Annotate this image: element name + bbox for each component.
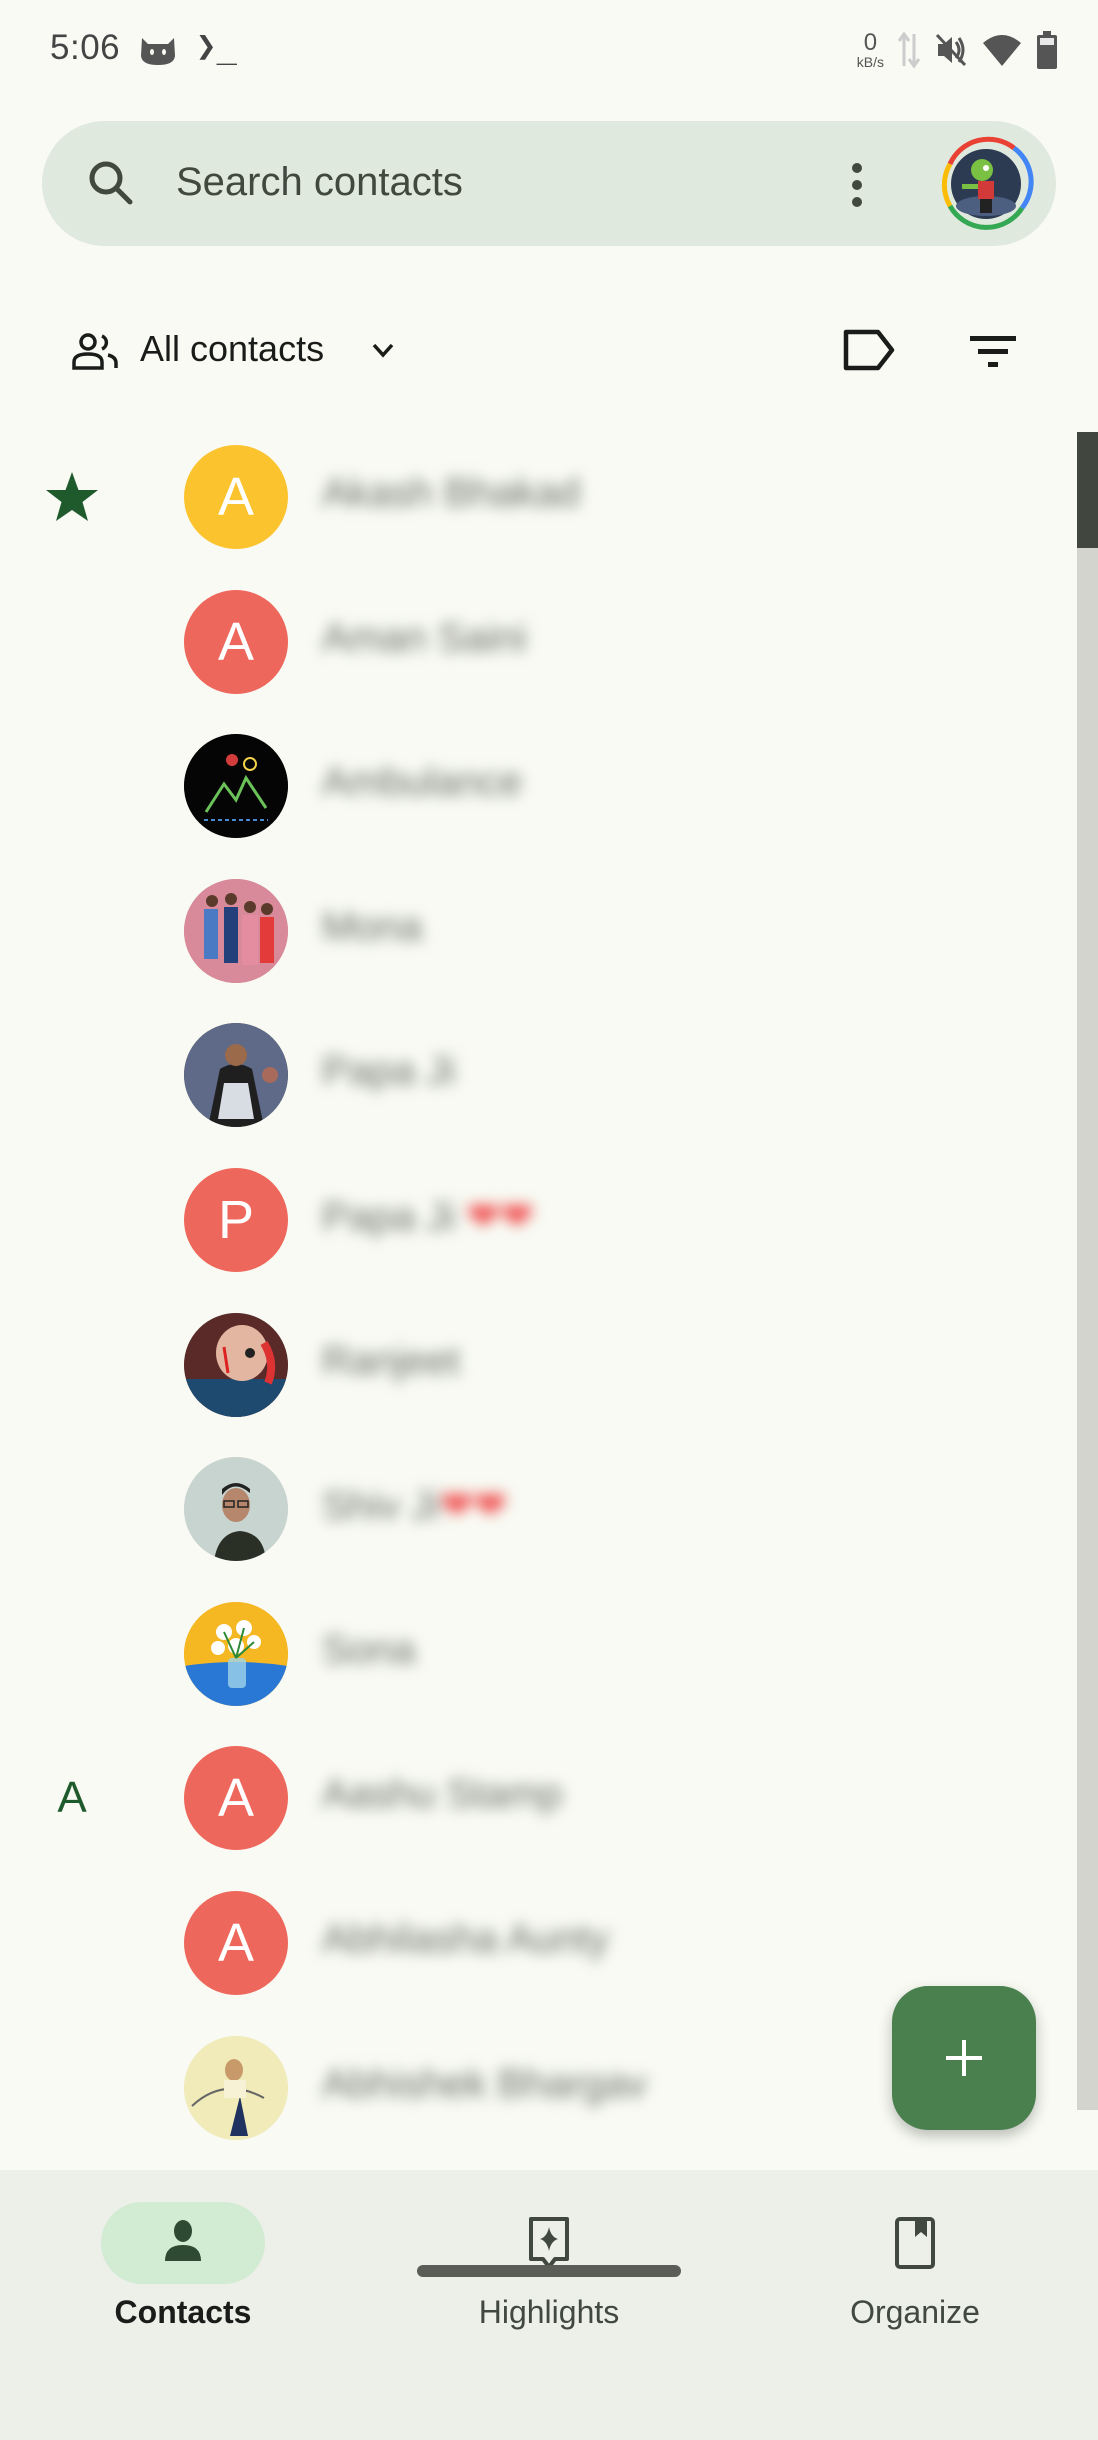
avatar-initial: A	[217, 611, 255, 672]
contact-row[interactable]: Sona	[0, 1582, 1098, 1727]
contact-photo[interactable]	[184, 1312, 288, 1417]
contact-row[interactable]: Mona	[0, 859, 1098, 1004]
contact-name: Aashu Stamp	[322, 1772, 563, 1817]
contact-initial-avatar[interactable]: A	[184, 1890, 288, 1995]
contact-name: Abhishek Bhargav	[322, 2061, 647, 2106]
contact-initial-avatar[interactable]: P	[184, 1167, 288, 1272]
contact-name: Papa Ji ❤❤	[322, 1194, 534, 1239]
contact-initial-avatar[interactable]: A	[184, 445, 288, 549]
contact-row[interactable]: Ranjeet	[0, 1293, 1098, 1438]
filter-row: All contacts	[0, 310, 1098, 390]
data-arrows-icon	[898, 31, 920, 69]
bottom-navigation: Contacts Highlights Organize	[0, 2170, 1098, 2440]
search-input[interactable]: Search contacts	[176, 160, 463, 205]
wifi-icon	[983, 35, 1021, 66]
nav-label: Highlights	[478, 2294, 620, 2330]
person-icon	[165, 2220, 201, 2261]
contact-name: Papa Ji	[322, 1049, 456, 1094]
contact-name: Ambulance	[322, 760, 523, 805]
scrollbar-thumb[interactable]	[1077, 432, 1098, 548]
nav-label: Organize	[850, 2294, 980, 2330]
plus-icon	[946, 2040, 982, 2076]
avatar-initial: A	[217, 467, 255, 527]
contact-photo[interactable]	[184, 878, 288, 983]
status-time: 5:06	[50, 28, 121, 67]
nav-label: Contacts	[114, 2294, 252, 2330]
account-avatar[interactable]	[936, 134, 1036, 234]
more-vert-icon[interactable]	[838, 160, 876, 210]
mute-icon	[935, 33, 967, 67]
highlights-icon	[529, 2217, 569, 2269]
contact-photo[interactable]	[184, 1023, 288, 1128]
contact-row[interactable]: A Aman Saini	[0, 570, 1098, 715]
chevron-down-icon[interactable]	[368, 338, 398, 362]
contact-name: Shiv Ji❤❤	[322, 1484, 507, 1529]
nav-tab-organize[interactable]: Organize	[732, 2170, 1098, 2370]
contact-row[interactable]: Shiv Ji❤❤	[0, 1437, 1098, 1582]
home-indicator[interactable]	[417, 2265, 681, 2277]
people-icon[interactable]	[72, 332, 118, 370]
contact-name: Aman Saini	[322, 615, 527, 660]
avatar-initial: P	[217, 1189, 255, 1250]
search-icon[interactable]	[86, 158, 136, 208]
contact-photo[interactable]	[184, 1457, 288, 1562]
contact-photo[interactable]	[184, 1601, 288, 1706]
contact-row[interactable]: A A Aashu Stamp	[0, 1726, 1098, 1871]
contacts-filter-dropdown[interactable]: All contacts	[140, 328, 324, 370]
contact-row[interactable]: Papa Ji	[0, 1003, 1098, 1148]
terminal-icon: ❯_	[196, 26, 237, 66]
contact-name: Mona	[322, 904, 423, 949]
contact-name: Abhilasha Aunty	[322, 1916, 609, 1961]
nav-tab-contacts[interactable]: Contacts	[0, 2170, 366, 2370]
status-bar: 5:06 ❯_ 0 kB/s	[0, 0, 1098, 100]
contact-row[interactable]: A Akash Bhakad	[0, 425, 1098, 570]
battery-icon	[1037, 31, 1057, 69]
system-icons: 0 kB/s	[857, 28, 1058, 72]
section-letter: A	[57, 1773, 87, 1823]
bookmark-book-icon	[895, 2217, 935, 2269]
contact-name: Akash Bhakad	[322, 471, 580, 515]
contact-row[interactable]: P Papa Ji ❤❤	[0, 1148, 1098, 1293]
net-speed: 0 kB/s	[856, 29, 884, 70]
sort-icon[interactable]	[966, 330, 1020, 374]
contact-photo[interactable]	[184, 734, 288, 839]
label-icon[interactable]	[840, 326, 896, 374]
scrollbar-track[interactable]	[1077, 432, 1098, 2110]
avatar-initial: A	[217, 1768, 255, 1829]
contact-initial-avatar[interactable]: A	[184, 589, 288, 694]
starred-section-icon	[40, 465, 104, 529]
contact-row[interactable]: Ambulance	[0, 714, 1098, 859]
contact-list[interactable]: A Akash Bhakad A Aman Saini Ambulance Mona Pap…	[0, 425, 1098, 2160]
contact-name: Ranjeet	[322, 1338, 460, 1383]
create-contact-button[interactable]	[892, 1986, 1036, 2130]
contact-photo[interactable]	[184, 2035, 288, 2140]
contact-name: Sona	[322, 1627, 416, 1672]
cat-app-icon	[141, 38, 175, 65]
avatar-initial: A	[217, 1912, 255, 1973]
contact-initial-avatar[interactable]: A	[184, 1746, 288, 1851]
